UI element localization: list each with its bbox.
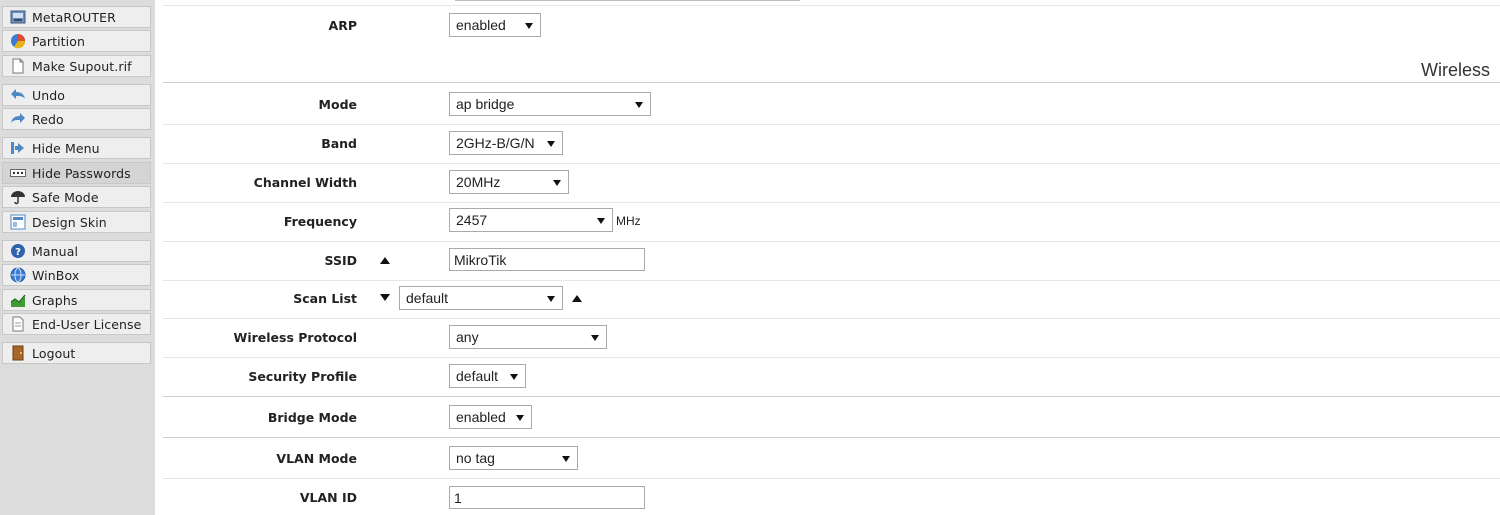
- logout-door-icon: [10, 345, 26, 361]
- partition-pie-icon: [10, 33, 26, 49]
- license-icon: [10, 316, 26, 332]
- channel-width-label: Channel Width: [253, 175, 357, 190]
- wireless-protocol-row: [163, 318, 1500, 358]
- security-profile-label: Security Profile: [248, 369, 357, 384]
- sidebar-item-design-skin[interactable]: Design Skin: [2, 211, 151, 233]
- arp-value: enabled: [456, 17, 506, 33]
- sidebar-item-hide-menu[interactable]: Hide Menu: [2, 137, 151, 159]
- sidebar-item-undo[interactable]: Undo: [2, 84, 151, 106]
- umbrella-icon: [10, 189, 26, 205]
- sidebar-item-label: Graphs: [32, 292, 78, 308]
- ssid-collapse-arrow-icon[interactable]: [380, 257, 390, 264]
- sidebar-item-label: Safe Mode: [32, 189, 99, 205]
- sidebar-item-label: End-User License: [32, 316, 142, 332]
- vlan-id-input[interactable]: 1: [449, 486, 645, 509]
- security-profile-row: [163, 357, 1500, 397]
- ssid-input[interactable]: MikroTik: [449, 248, 645, 271]
- wireless-protocol-label: Wireless Protocol: [233, 330, 357, 345]
- design-skin-icon: [10, 214, 26, 230]
- redo-arrow-icon: [10, 111, 26, 127]
- ssid-row: [163, 241, 1500, 281]
- sidebar-item-end-user-license[interactable]: End-User License: [2, 313, 151, 335]
- frequency-select[interactable]: 2457: [449, 208, 613, 232]
- wireless-protocol-value: any: [456, 329, 479, 345]
- sidebar-item-label: Make Supout.rif: [32, 58, 132, 74]
- globe-icon: [10, 267, 26, 283]
- section-title-wireless: Wireless: [1420, 60, 1490, 80]
- security-profile-select[interactable]: default: [449, 364, 526, 388]
- arp-select[interactable]: enabled: [449, 13, 541, 37]
- channel-width-select[interactable]: 20MHz: [449, 170, 569, 194]
- vlan-mode-row: [163, 438, 1500, 479]
- vlan-mode-value: no tag: [456, 450, 495, 466]
- frequency-value: 2457: [456, 212, 488, 228]
- sidebar-item-logout[interactable]: Logout: [2, 342, 151, 364]
- sidebar-item-partition[interactable]: Partition: [2, 30, 151, 52]
- sidebar-item-redo[interactable]: Redo: [2, 108, 151, 130]
- frequency-row: [163, 202, 1500, 242]
- sidebar-item-label: WinBox: [32, 267, 80, 283]
- mode-value: ap bridge: [456, 96, 515, 112]
- vlan-mode-select[interactable]: no tag: [449, 446, 578, 470]
- sidebar-item-label: MetaROUTER: [32, 9, 116, 25]
- arp-row: [163, 6, 1500, 83]
- svg-text:?: ?: [15, 247, 21, 258]
- sidebar-item-label: Redo: [32, 111, 64, 127]
- wireless-settings-form: ARP enabled Wireless Mode ap bridge Band…: [155, 0, 1500, 515]
- sidebar-item-label: Undo: [32, 87, 66, 103]
- ssid-value: MikroTik: [454, 251, 507, 268]
- channel-width-value: 20MHz: [456, 174, 501, 190]
- graph-icon: [10, 292, 26, 308]
- document-icon: [10, 58, 26, 74]
- password-dots-icon: [10, 165, 26, 181]
- scan-list-remove-arrow-icon[interactable]: [380, 294, 390, 301]
- sidebar-item-make-supout[interactable]: Make Supout.rif: [2, 55, 151, 77]
- sidebar-item-label: Hide Passwords: [32, 165, 131, 181]
- vlan-id-label: VLAN ID: [299, 490, 357, 505]
- sidebar-item-safe-mode[interactable]: Safe Mode: [2, 186, 151, 208]
- ssid-label: SSID: [324, 253, 357, 268]
- sidebar-item-manual[interactable]: ? Manual: [2, 240, 151, 262]
- metarouter-icon: [10, 9, 26, 25]
- band-row: [163, 124, 1500, 164]
- sidebar-item-label: Partition: [32, 33, 85, 49]
- mode-select[interactable]: ap bridge: [449, 92, 651, 116]
- channel-width-row: [163, 163, 1500, 203]
- sidebar-menu: MetaROUTER Partition Make Supout.rif Und…: [0, 0, 156, 515]
- sidebar-item-winbox[interactable]: WinBox: [2, 264, 151, 286]
- help-icon: ?: [10, 243, 26, 259]
- hide-menu-icon: [10, 140, 26, 156]
- scan-list-label: Scan List: [293, 291, 357, 306]
- mode-label: Mode: [318, 97, 357, 112]
- sidebar-item-hide-passwords[interactable]: Hide Passwords: [2, 162, 151, 184]
- band-value: 2GHz-B/G/N: [456, 135, 535, 151]
- scan-list-value: default: [406, 290, 449, 306]
- sidebar-item-label: Design Skin: [32, 214, 107, 230]
- vlan-mode-label: VLAN Mode: [276, 451, 357, 466]
- bridge-mode-value: enabled: [456, 409, 506, 425]
- sidebar-item-graphs[interactable]: Graphs: [2, 289, 151, 311]
- security-profile-value: default: [456, 368, 499, 384]
- bridge-mode-label: Bridge Mode: [267, 410, 357, 425]
- frequency-label: Frequency: [283, 214, 357, 229]
- sidebar-item-label: Manual: [32, 243, 79, 259]
- sidebar-item-label: Logout: [32, 345, 76, 361]
- sidebar-item-label: Hide Menu: [32, 140, 100, 156]
- arp-label: ARP: [328, 18, 357, 33]
- bridge-mode-row: [163, 397, 1500, 438]
- bridge-mode-select[interactable]: enabled: [449, 405, 532, 429]
- sidebar-item-metarouter[interactable]: MetaROUTER: [2, 6, 151, 28]
- band-label: Band: [321, 136, 357, 151]
- vlan-id-value: 1: [454, 489, 462, 506]
- mode-row: [163, 84, 1500, 125]
- scan-list-add-arrow-icon[interactable]: [572, 295, 582, 302]
- scan-list-row: [163, 280, 1500, 319]
- divider: [455, 0, 800, 1]
- band-select[interactable]: 2GHz-B/G/N: [449, 131, 563, 155]
- frequency-unit: MHz: [616, 214, 641, 228]
- wireless-protocol-select[interactable]: any: [449, 325, 607, 349]
- undo-arrow-icon: [10, 87, 26, 103]
- scan-list-select[interactable]: default: [399, 286, 563, 310]
